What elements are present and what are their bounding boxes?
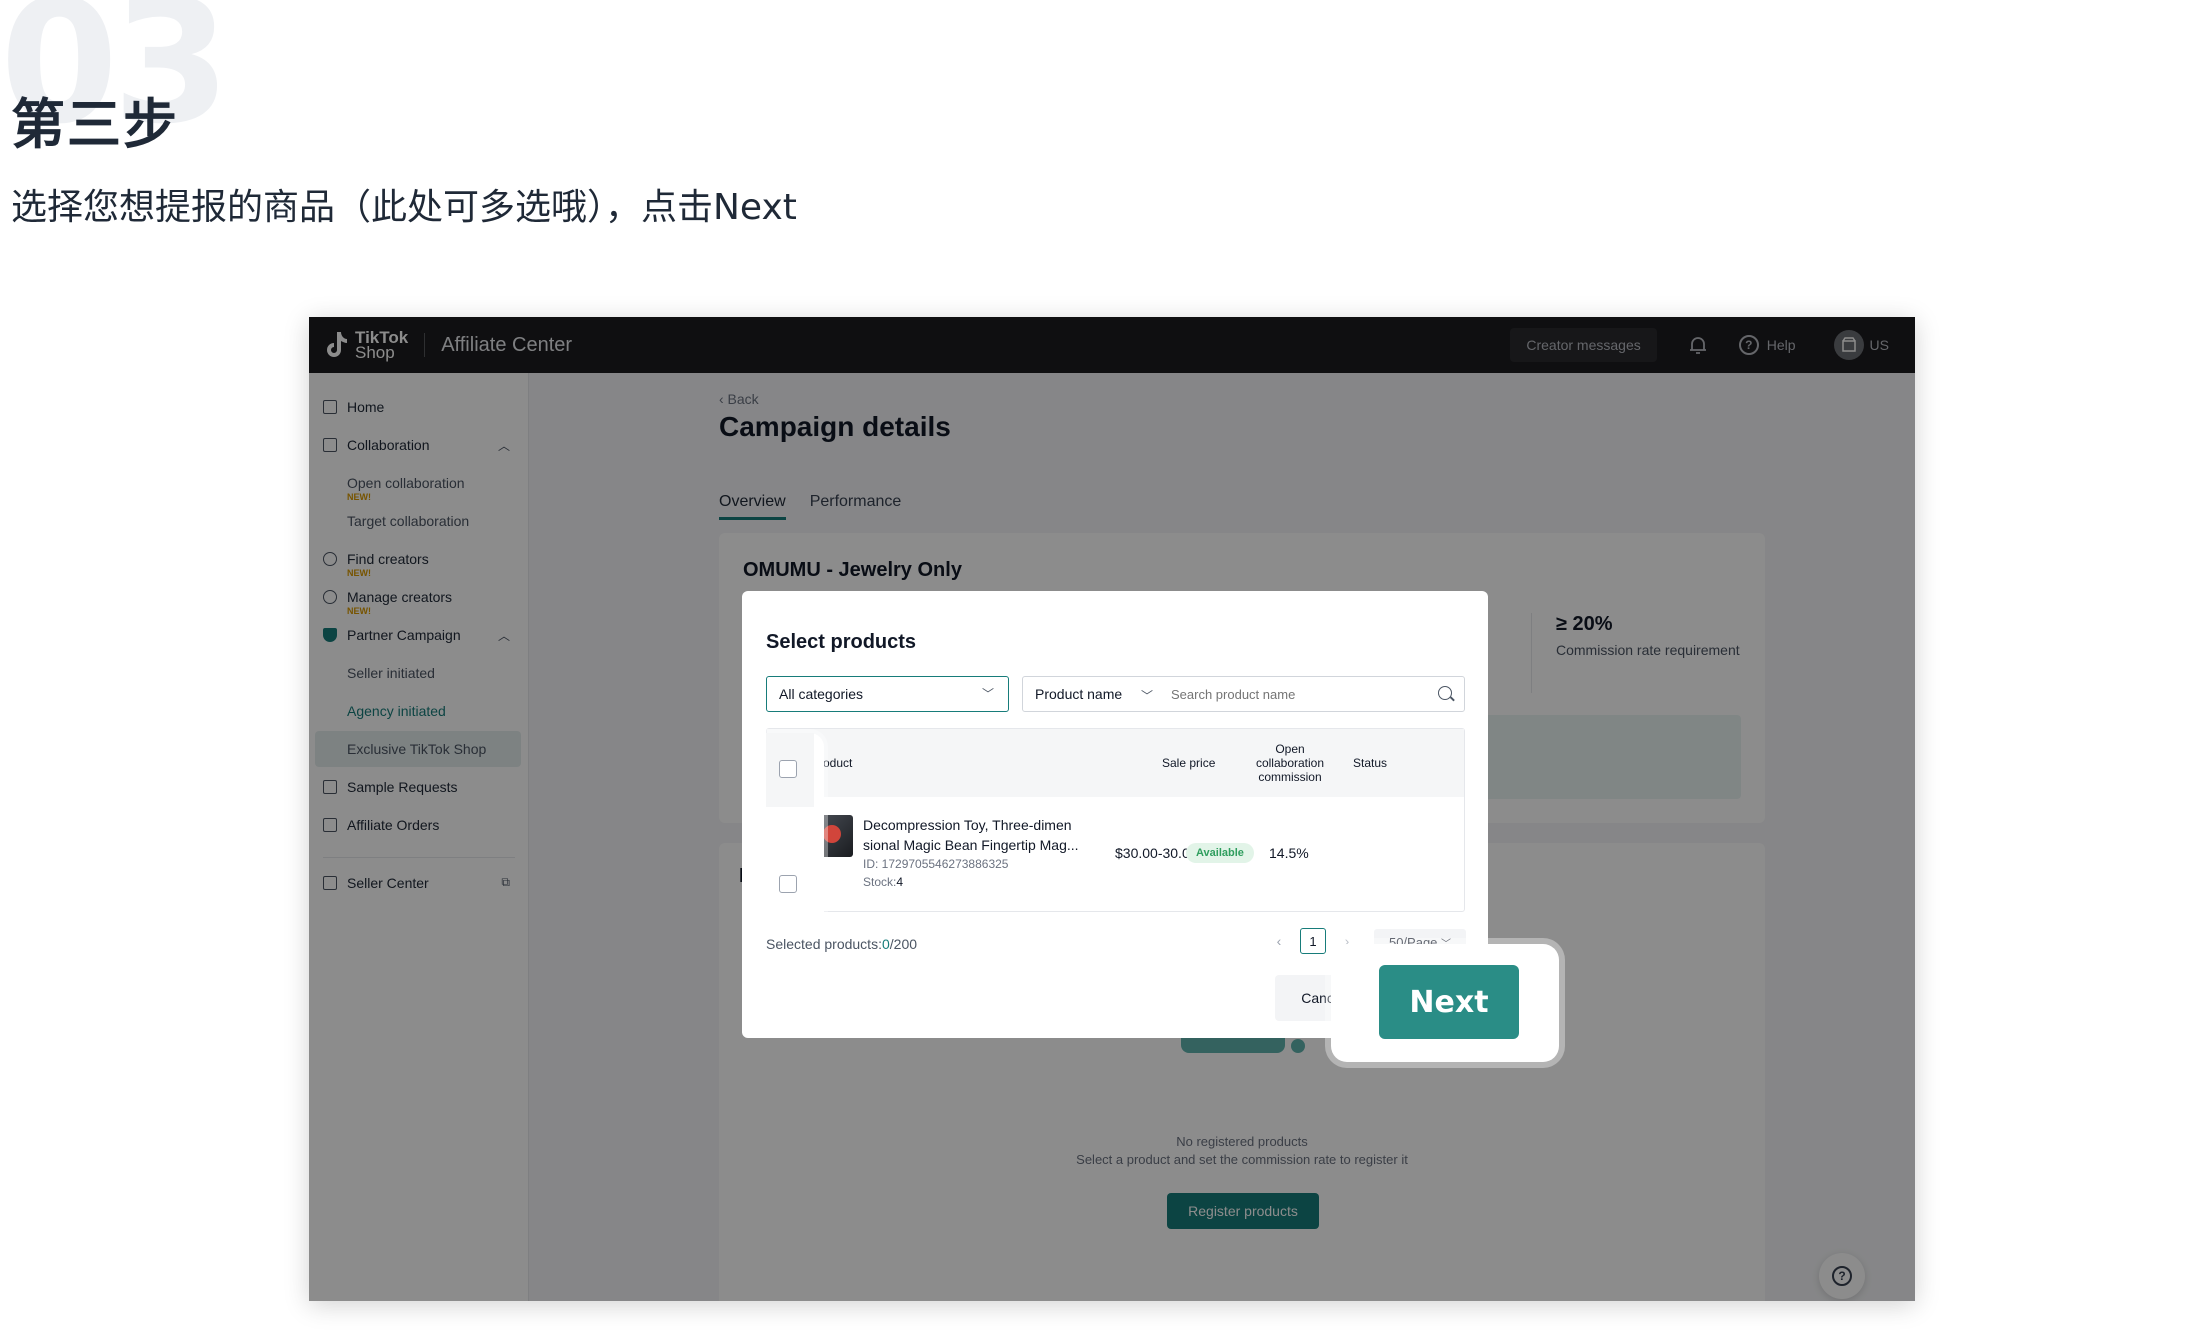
- product-search-box: Product name ﹀: [1022, 676, 1465, 712]
- table-row[interactable]: Decompression Toy, Three-dimen sional Ma…: [767, 797, 1464, 913]
- status-badge: Available: [1186, 843, 1254, 863]
- select-all-checkbox[interactable]: [779, 760, 797, 778]
- selected-products-count: Selected products:0/200: [766, 936, 917, 952]
- step-title: 第三步: [11, 93, 179, 156]
- modal-title: Select products: [766, 631, 917, 653]
- search-icon[interactable]: [1438, 686, 1452, 700]
- search-field-value: Product name: [1035, 686, 1123, 702]
- selected-max: /200: [889, 936, 918, 952]
- column-sale-price: Sale price: [1162, 756, 1216, 770]
- app-screenshot: TikTok Shop Affiliate Center Creator mess…: [309, 317, 1915, 1301]
- checkbox-highlight: [756, 733, 824, 937]
- chevron-down-icon: ﹀: [1140, 689, 1153, 703]
- products-table: Product Sale price Open collaboration co…: [766, 728, 1465, 912]
- selected-count: 0: [881, 936, 890, 952]
- product-stock: Stock:4: [863, 875, 903, 889]
- next-button[interactable]: Next: [1379, 965, 1519, 1039]
- search-field-select[interactable]: Product name ﹀: [1023, 686, 1163, 703]
- product-commission: 14.5%: [1269, 845, 1309, 861]
- chevron-down-icon: ﹀: [981, 687, 994, 701]
- category-select[interactable]: All categories ﹀: [766, 676, 1009, 712]
- table-header: Product Sale price Open collaboration co…: [767, 729, 1464, 797]
- chevron-left-icon[interactable]: ‹: [1266, 928, 1292, 954]
- stock-label: Stock:: [863, 875, 897, 889]
- column-status: Status: [1353, 756, 1388, 770]
- product-name: Decompression Toy, Three-dimen sional Ma…: [863, 817, 1079, 853]
- step-description: 选择您想提报的商品（此处可多选哦），点击Next: [11, 187, 797, 228]
- search-input[interactable]: [1163, 686, 1413, 702]
- product-id: ID: 1729705546273886325: [863, 857, 1009, 871]
- selected-label: Selected products:: [766, 936, 882, 952]
- category-select-value: All categories: [779, 686, 864, 702]
- column-commission: Open collaboration commission: [1255, 742, 1325, 784]
- row-checkbox[interactable]: [779, 875, 797, 893]
- stock-value: 4: [896, 875, 904, 889]
- page-number[interactable]: 1: [1300, 928, 1326, 954]
